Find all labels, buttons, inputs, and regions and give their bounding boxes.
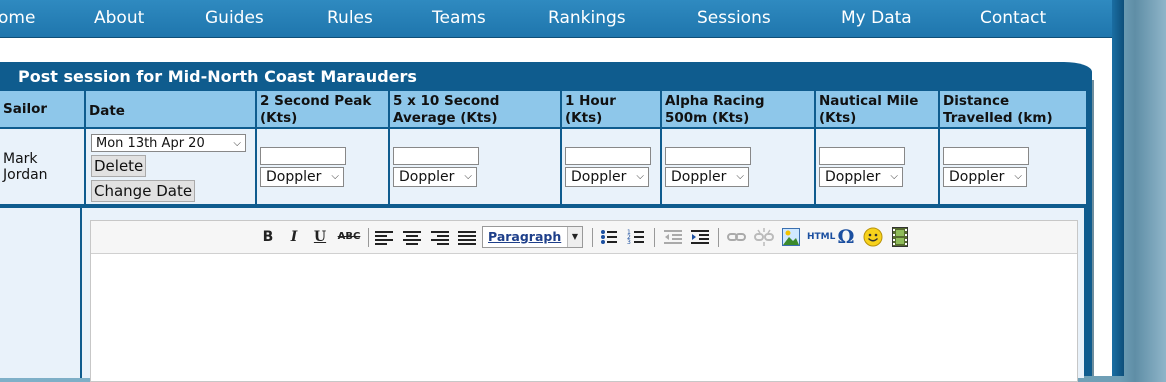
header-2-second-peak: 2 Second Peak (Kts) <box>255 89 390 129</box>
bullet-list-icon[interactable] <box>600 228 618 246</box>
nav-rules[interactable]: Rules <box>327 8 373 28</box>
outdent-icon[interactable] <box>664 228 684 246</box>
unlink-icon[interactable] <box>754 227 774 247</box>
editor-toolbar: B I U ABC Paragraph ▼ 1 2 3 HTML Ω <box>91 221 1077 254</box>
toolbar-divider <box>592 228 593 247</box>
sailor-name: Mark Jordan <box>3 150 48 183</box>
toolbar-divider <box>368 228 369 247</box>
insert-image-icon[interactable] <box>782 228 800 246</box>
device-select-value: Doppler <box>399 169 455 185</box>
header-sailor: Sailor <box>0 89 86 129</box>
svg-text:3: 3 <box>627 239 631 246</box>
strikethrough-button[interactable]: ABC <box>337 228 361 246</box>
delete-button[interactable]: Delete <box>91 154 147 177</box>
chevron-down-icon: ⌵ <box>636 171 644 182</box>
alpha500-device-select[interactable]: Doppler ⌵ <box>665 167 749 187</box>
header-1-hour: 1 Hour (Kts) <box>560 89 662 129</box>
numbered-list-icon[interactable]: 1 2 3 <box>627 228 645 246</box>
avg5x10-input[interactable] <box>393 147 479 165</box>
device-select-value: Doppler <box>266 169 322 185</box>
indent-icon[interactable] <box>691 228 711 246</box>
nautical-input[interactable] <box>819 147 905 165</box>
distance-cell: Doppler ⌵ <box>938 127 1088 206</box>
device-select-value: Doppler <box>825 169 881 185</box>
device-select-value: Doppler <box>949 169 1005 185</box>
session-table: Sailor Date 2 Second Peak (Kts) 5 x 10 S… <box>0 89 1088 206</box>
editor-row-label-cell <box>0 208 82 378</box>
peak2-cell: Doppler ⌵ <box>255 127 390 206</box>
distance-input[interactable] <box>943 147 1029 165</box>
hour1-device-select[interactable]: Doppler ⌵ <box>565 167 649 187</box>
chevron-down-icon: ⌵ <box>890 171 898 182</box>
header-date: Date <box>84 89 257 129</box>
editor-row: B I U ABC Paragraph ▼ 1 2 3 HTML Ω <box>0 206 1084 382</box>
bold-button[interactable]: B <box>261 228 275 246</box>
nautical-cell: Doppler ⌵ <box>814 127 940 206</box>
media-film-icon[interactable] <box>892 227 908 247</box>
align-left-icon[interactable] <box>375 231 393 247</box>
nav-sessions[interactable]: Sessions <box>697 8 771 28</box>
align-center-icon[interactable] <box>403 231 421 247</box>
header-distance: Distance Travelled (km) <box>938 89 1088 129</box>
underline-button[interactable]: U <box>313 228 327 246</box>
paragraph-format-select[interactable]: Paragraph ▼ <box>482 226 583 248</box>
page-right-border <box>1112 0 1124 376</box>
peak2-input[interactable] <box>260 147 346 165</box>
date-cell: Mon 13th Apr 20 ⌵ Delete Change Date <box>84 127 257 206</box>
nav-rankings[interactable]: Rankings <box>548 8 626 28</box>
avg5x10-cell: Doppler ⌵ <box>388 127 562 206</box>
nav-about[interactable]: About <box>94 8 144 28</box>
date-select-value: Mon 13th Apr 20 <box>96 135 205 151</box>
paragraph-format-value: Paragraph <box>488 229 562 244</box>
date-select[interactable]: Mon 13th Apr 20 ⌵ <box>91 133 246 152</box>
nav-my-data[interactable]: My Data <box>841 8 912 28</box>
link-icon[interactable] <box>727 229 747 245</box>
change-date-button[interactable]: Change Date <box>91 179 196 202</box>
smiley-icon[interactable] <box>863 227 883 247</box>
align-justify-icon[interactable] <box>458 231 476 247</box>
italic-button[interactable]: I <box>287 228 301 246</box>
alpha500-input[interactable] <box>665 147 751 165</box>
hour1-cell: Doppler ⌵ <box>560 127 662 206</box>
rich-text-editor[interactable]: B I U ABC Paragraph ▼ 1 2 3 HTML Ω <box>90 220 1078 382</box>
chevron-down-icon: ⌵ <box>464 171 472 182</box>
header-5x10-average: 5 x 10 Second Average (Kts) <box>388 89 562 129</box>
chevron-down-icon: ▼ <box>567 227 582 247</box>
distance-device-select[interactable]: Doppler ⌵ <box>943 167 1027 187</box>
avg5x10-device-select[interactable]: Doppler ⌵ <box>393 167 477 187</box>
table-row: Mark Jordan Mon 13th Apr 20 ⌵ Delete Cha… <box>0 127 1088 206</box>
device-select-value: Doppler <box>571 169 627 185</box>
table-header-row: Sailor Date 2 Second Peak (Kts) 5 x 10 S… <box>0 89 1088 129</box>
toolbar-divider <box>654 228 655 247</box>
header-nautical-mile: Nautical Mile (Kts) <box>814 89 940 129</box>
device-select-value: Doppler <box>671 169 727 185</box>
special-character-button[interactable]: Ω <box>837 228 855 247</box>
nav-contact[interactable]: Contact <box>980 8 1046 28</box>
hour1-input[interactable] <box>565 147 651 165</box>
sailor-cell: Mark Jordan <box>0 127 86 206</box>
nav-guides[interactable]: Guides <box>205 8 264 28</box>
peak2-device-select[interactable]: Doppler ⌵ <box>260 167 344 187</box>
nav-home[interactable]: ome <box>0 8 35 28</box>
align-right-icon[interactable] <box>431 231 449 247</box>
html-source-button[interactable]: HTML <box>807 228 835 246</box>
chevron-down-icon: ⌵ <box>736 171 744 182</box>
chevron-down-icon: ⌵ <box>1014 171 1022 182</box>
nav-teams[interactable]: Teams <box>432 8 486 28</box>
alpha500-cell: Doppler ⌵ <box>660 127 816 206</box>
toolbar-divider <box>718 228 719 247</box>
header-alpha-500m: Alpha Racing 500m (Kts) <box>660 89 816 129</box>
chevron-down-icon: ⌵ <box>331 171 339 182</box>
top-navigation: ome About Guides Rules Teams Rankings Se… <box>0 0 1112 38</box>
panel-title: Post session for Mid-North Coast Maraude… <box>18 67 417 86</box>
chevron-down-icon: ⌵ <box>233 137 241 149</box>
nautical-device-select[interactable]: Doppler ⌵ <box>819 167 903 187</box>
